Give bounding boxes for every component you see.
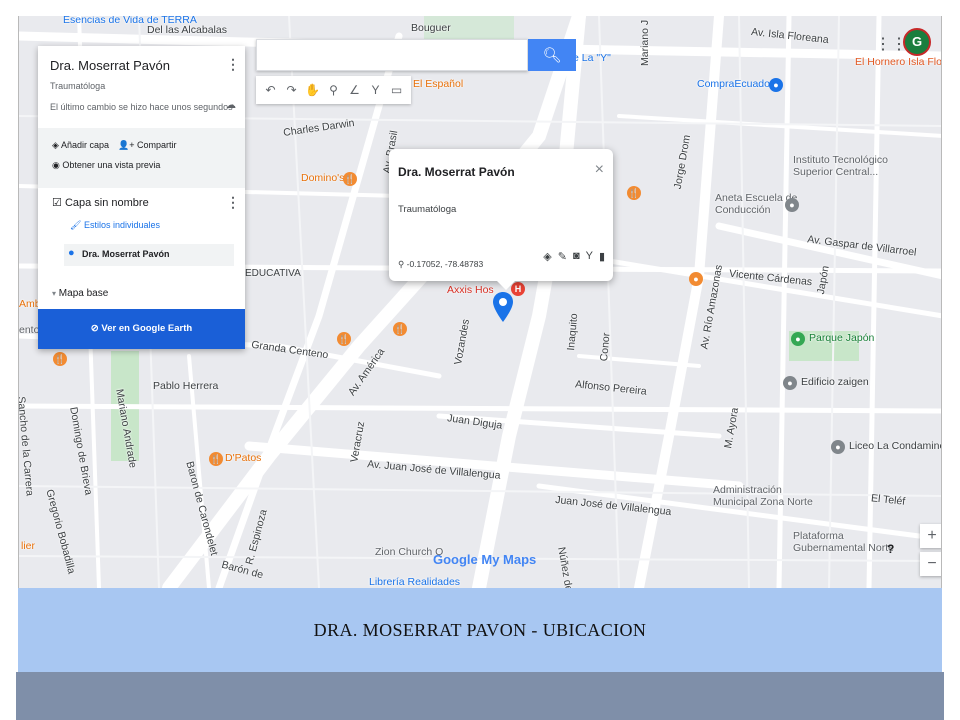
marker-icon[interactable]: ⚲ xyxy=(323,78,344,102)
directions-icon[interactable]: Y xyxy=(365,78,386,102)
street-label: Del las Alcabalas xyxy=(147,24,227,36)
zoom-in-button[interactable]: + xyxy=(920,524,941,548)
paint-bucket-icon[interactable]: ◈ xyxy=(543,250,551,263)
camera-icon[interactable]: ◙ xyxy=(573,250,580,263)
card-actions: ◈ ✎ ◙ Y ▮ xyxy=(543,250,605,263)
user-avatar[interactable]: G xyxy=(903,28,931,56)
poi-dominos[interactable]: Domino's xyxy=(301,172,344,184)
add-layer-button[interactable]: ◈ Añadir capa xyxy=(52,140,109,151)
card-description: Traumatóloga xyxy=(398,204,457,215)
school-icon: ● xyxy=(831,440,845,454)
more-options-icon[interactable]: ⋮ xyxy=(226,56,240,73)
help-icon[interactable]: ? xyxy=(887,542,894,556)
checkbox-checked-icon[interactable]: ☑ xyxy=(52,197,62,209)
hand-icon[interactable]: ✋ xyxy=(302,78,323,102)
layers-icon: ◈ xyxy=(52,140,59,150)
chevron-down-icon: ▾ xyxy=(52,289,57,298)
poi-dpatos[interactable]: D'Patos xyxy=(225,452,261,464)
place-icon: ● xyxy=(785,198,799,212)
layer-item-marker[interactable]: ● Dra. Moserrat Pavón xyxy=(64,244,234,266)
directions-icon[interactable]: Y xyxy=(586,250,593,263)
cloud-saved-icon: ☁ xyxy=(226,100,236,111)
poi-ento: ento xyxy=(19,324,40,336)
search-button[interactable]: 🔍︎ xyxy=(528,39,576,71)
place-info-card: Dra. Moserrat Pavón × Traumatóloga ⚲ -0.… xyxy=(389,149,613,290)
shop-icon: ● xyxy=(689,272,703,286)
preview-button[interactable]: ◉ Obtener una vista previa xyxy=(52,160,160,171)
zoom-out-button[interactable]: − xyxy=(920,552,941,576)
poi-administracion[interactable]: Administración Municipal Zona Norte xyxy=(713,484,823,508)
view-in-google-earth-button[interactable]: ⊘ Ver en Google Earth xyxy=(38,309,245,349)
individual-styles-link[interactable]: 🖌 Estilos individuales xyxy=(70,220,160,231)
restaurant-icon: 🍴 xyxy=(53,352,67,366)
search-input[interactable] xyxy=(256,39,528,71)
street-label: Bouguer xyxy=(411,22,451,34)
undo-icon[interactable]: ↶ xyxy=(260,78,281,102)
close-icon[interactable]: × xyxy=(595,161,604,179)
location-pin-icon: ⚲ xyxy=(398,259,405,269)
poi-la-y[interactable]: e La "Y" xyxy=(573,52,611,64)
slide: Esencias de Vida de TERRA Del las Alcaba… xyxy=(0,0,960,720)
restaurant-icon: 🍴 xyxy=(209,452,223,466)
trash-icon[interactable]: ▮ xyxy=(599,250,605,263)
draw-line-icon[interactable]: ∠ xyxy=(344,78,365,102)
poi-edificio-zaigen[interactable]: Edificio zaigen xyxy=(801,376,869,388)
street-label: Conor xyxy=(598,332,613,362)
poi-instituto[interactable]: Instituto Tecnológico Superior Central..… xyxy=(793,154,903,178)
poi-liceo[interactable]: Liceo La Condamine xyxy=(849,440,941,452)
street-label: EDUCATIVA xyxy=(245,268,301,279)
poi-el-hornero[interactable]: El Hornero Isla Flore xyxy=(855,56,941,68)
shop-icon: ● xyxy=(769,78,783,92)
card-coordinates: ⚲ -0.17052, -78.48783 xyxy=(398,259,484,269)
map-description[interactable]: Traumatóloga xyxy=(50,81,105,91)
google-earth-icon: ⊘ xyxy=(90,323,99,334)
street-label: Mariano J xyxy=(639,19,651,66)
building-icon: ● xyxy=(783,376,797,390)
restaurant-icon: 🍴 xyxy=(627,186,641,200)
share-button[interactable]: 👤+ Compartir xyxy=(118,140,177,151)
street-label: Pablo Herrera xyxy=(153,380,219,392)
restaurant-icon: 🍴 xyxy=(337,332,351,346)
layer-row[interactable]: ☑ Capa sin nombre xyxy=(52,196,149,209)
layer-options-icon[interactable]: ⋮ xyxy=(226,194,240,211)
map-title[interactable]: Dra. Moserrat Pavón xyxy=(50,58,170,73)
restaurant-icon: 🍴 xyxy=(343,172,357,186)
google-my-maps-logo: Google My Maps xyxy=(433,552,537,567)
last-change-status: El último cambio se hizo hace unos segun… xyxy=(50,102,233,112)
poi-lier: lier xyxy=(21,540,36,552)
map-toolbar: ↶ ↷ ✋ ⚲ ∠ Y ▭ xyxy=(256,76,411,104)
restaurant-icon: 🍴 xyxy=(393,322,407,336)
pencil-icon[interactable]: ✎ xyxy=(558,250,567,263)
caption-band: DRA. MOSERRAT PAVON - UBICACION xyxy=(18,588,942,672)
add-person-icon: 👤+ xyxy=(118,140,135,150)
poi-libreria[interactable]: Librería Realidades xyxy=(369,576,460,588)
selected-location-pin-icon[interactable] xyxy=(493,292,513,322)
card-title: Dra. Moserrat Pavón xyxy=(398,165,515,179)
park-icon: ● xyxy=(791,332,805,346)
base-map-toggle[interactable]: ▾ Mapa base xyxy=(52,288,108,299)
poi-plataforma[interactable]: Plataforma Gubernamental Norte xyxy=(793,530,913,554)
map-legend-panel: Dra. Moserrat Pavón ⋮ Traumatóloga El úl… xyxy=(38,46,245,349)
panel-actions: ◈ Añadir capa 👤+ Compartir ◉ Obtener una… xyxy=(38,128,245,188)
slide-caption: DRA. MOSERRAT PAVON - UBICACION xyxy=(313,620,647,640)
search-icon: 🔍︎ xyxy=(542,47,562,64)
place-pin-icon: ● xyxy=(68,247,75,259)
footer-band xyxy=(16,672,944,720)
eye-icon: ◉ xyxy=(52,160,60,170)
poi-compraecuador[interactable]: CompraEcuador xyxy=(697,78,773,90)
poi-parque-japon[interactable]: Parque Japón xyxy=(809,332,874,344)
paint-roller-icon: 🖌 xyxy=(70,220,82,230)
poi-axxis-hospital[interactable]: Axxis Hos xyxy=(447,284,494,296)
poi-el-espanol[interactable]: El Español xyxy=(413,78,463,90)
redo-icon[interactable]: ↷ xyxy=(281,78,302,102)
ruler-icon[interactable]: ▭ xyxy=(386,78,407,102)
